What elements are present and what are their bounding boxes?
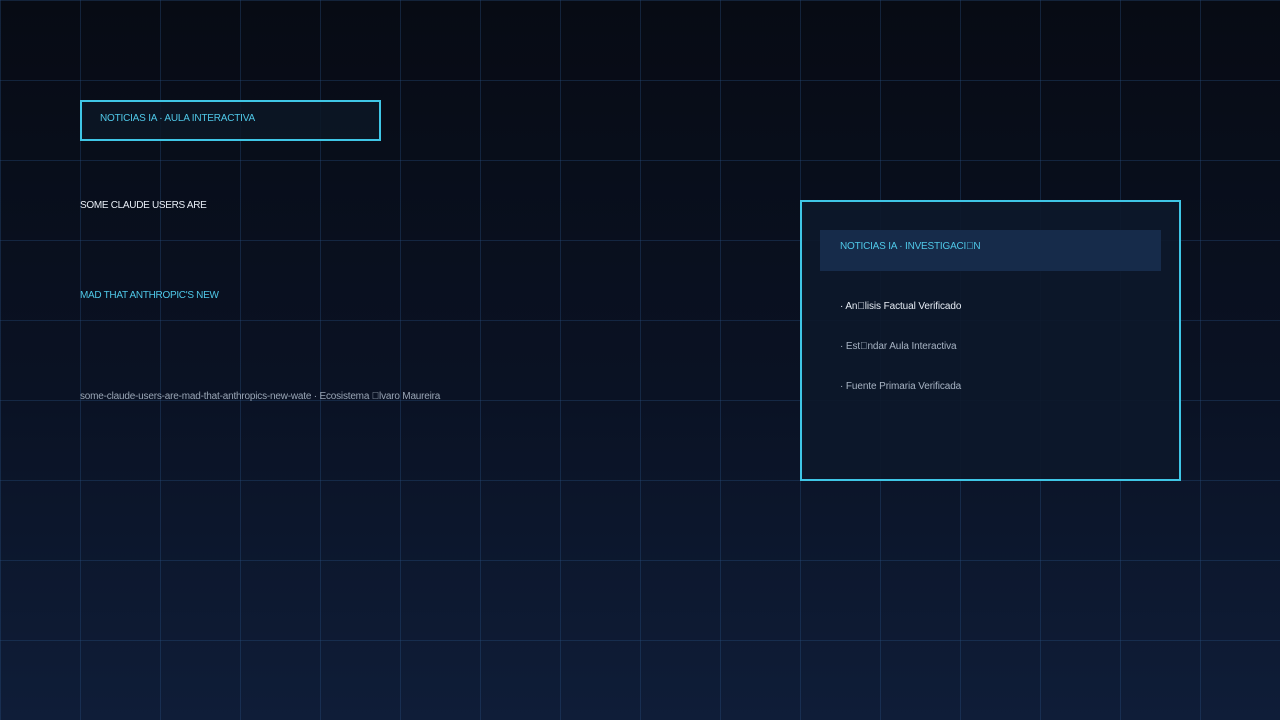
section-tag-label: NOTICIAS IA · AULA INTERACTIVA [100, 113, 255, 124]
headline-line-2: MAD THAT ANTHROPIC'S NEW [80, 290, 219, 301]
panel-item-primary-source: · Fuente Primaria Verificada [840, 381, 962, 392]
research-panel-title: NOTICIAS IA · INVESTIGACI N [840, 241, 981, 252]
headline-line-1: SOME CLAUDE USERS ARE [80, 200, 207, 211]
panel-item-classroom-standard: · Est ndar Aula Interactiva [840, 341, 957, 352]
research-panel: NOTICIAS IA · INVESTIGACI N · An lisis F… [800, 200, 1181, 481]
panel-item-factual-analysis: · An lisis Factual Verificado [840, 301, 962, 312]
research-panel-header: NOTICIAS IA · INVESTIGACI N [820, 230, 1161, 271]
section-tag: NOTICIAS IA · AULA INTERACTIVA [80, 100, 381, 141]
article-source: some-claude-users-are-mad-that-anthropic… [80, 391, 441, 402]
